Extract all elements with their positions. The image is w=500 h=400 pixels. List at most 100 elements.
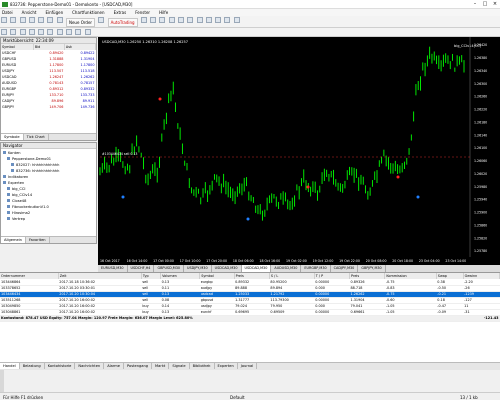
menu-item[interactable]: Fenster (135, 10, 150, 15)
menu-item[interactable]: Ansicht (22, 10, 37, 15)
trendline-icon[interactable] (38, 29, 45, 35)
chart-tab[interactable]: EURGBP,M30 (301, 265, 331, 272)
time-label: 20 Oct 08:00 (366, 259, 387, 263)
indicators-icon[interactable] (215, 17, 222, 23)
toolbar: Neue Order AutoTrading (0, 16, 500, 28)
maximize-icon[interactable]: □ (480, 1, 490, 8)
navigator-item-label: Experten (8, 181, 25, 185)
close-icon[interactable]: × (490, 1, 500, 8)
terminal-tab[interactable]: Handel (0, 363, 20, 369)
menu-item[interactable]: Einfügen (45, 10, 63, 15)
terminal-tab[interactable]: Journal (238, 363, 258, 369)
folder-icon (7, 157, 10, 160)
folder-icon (7, 199, 10, 202)
price-label: 1.26140 (474, 133, 487, 137)
signal-dot (396, 175, 400, 179)
chart-shift-icon[interactable] (205, 17, 212, 23)
navigator-tab[interactable]: Allgemein (1, 237, 26, 243)
navigator-item-label: 832736: hhhhhhhhhhhh (16, 169, 60, 173)
zoom-in-icon[interactable] (168, 17, 175, 23)
menu-item[interactable]: Hilfe (159, 10, 168, 15)
navigator-icon[interactable] (38, 17, 45, 23)
navigator-panel: Navigator Konten Pepperstone-Demo01 832027… (0, 142, 97, 244)
folder-icon (7, 205, 10, 208)
menu-item[interactable]: Extras (114, 10, 127, 15)
line-chart-icon[interactable] (159, 17, 166, 23)
time-label: 23 Oct 04:00 (419, 259, 440, 263)
menu-item[interactable]: Chartfunktionen (72, 10, 104, 15)
candle-chart-icon[interactable] (150, 17, 157, 23)
symbol-row[interactable]: GBPJPY 149.706 149.736 (1, 104, 96, 110)
chart-tab[interactable]: USDJPY,M30 (184, 265, 212, 272)
menu-item[interactable]: Datei (2, 10, 13, 15)
crosshair-icon[interactable] (10, 29, 17, 35)
label-icon[interactable] (75, 29, 82, 35)
navigator-item[interactable]: Vertrep (3, 216, 94, 222)
chart-tab[interactable]: GBPJPY,M30 (358, 265, 386, 272)
price-label: 1.26220 (474, 108, 487, 112)
arrows-icon[interactable] (84, 29, 91, 35)
chart-tab[interactable]: USDCAD,M30 (241, 265, 272, 272)
chart-tab[interactable]: AUDUSD,M30 (271, 265, 302, 272)
chart-canvas[interactable]: USDCAD,M30 1.26250 1.26310 1.26208 1.262… (98, 37, 500, 265)
market-watch-tab[interactable]: Tick Chart (24, 134, 49, 140)
templates-icon[interactable] (233, 17, 240, 23)
terminal-tab[interactable]: Alarme (104, 363, 124, 369)
time-label: 23 Oct 14:00 (445, 259, 466, 263)
terminal-tab[interactable]: Signale (169, 363, 190, 369)
time-label: 19 Oct 12:00 (313, 259, 334, 263)
autoscroll-icon[interactable] (196, 17, 203, 23)
market-watch-tab[interactable]: Symbole (1, 134, 24, 140)
signal-dot (121, 195, 125, 199)
zoom-out-icon[interactable] (178, 17, 184, 23)
chart-tab[interactable]: EURUSD,M30 (98, 265, 128, 272)
metaeditor-icon[interactable] (98, 17, 105, 23)
price-chart[interactable]: USDCAD,M30 1.26250 1.26310 1.26208 1.262… (98, 37, 500, 265)
chart-tab[interactable]: CADJPY,M30 (331, 265, 359, 272)
vertical-line-icon[interactable] (19, 29, 26, 35)
terminal-tab[interactable]: Experten (215, 363, 238, 369)
terminal-icon[interactable] (47, 17, 54, 23)
bar-chart-icon[interactable] (140, 17, 147, 23)
navigator-item-label: big_CCIv14 (12, 193, 33, 197)
terminal-tab[interactable]: Nachrichten (75, 363, 105, 369)
market-watch-table: Symbol Bid Ask USDCHF 0.89420 0.89422 GBPUSD 1… (1, 44, 97, 110)
price-label: 1.26340 (474, 69, 487, 73)
time-label: 20 Oct 18:00 (392, 259, 413, 263)
fibonacci-icon[interactable] (56, 29, 63, 35)
chart-tab[interactable]: GBPUSD,M30 (154, 265, 185, 272)
market-watch-icon[interactable] (19, 17, 26, 23)
periods-icon[interactable] (224, 17, 231, 23)
folder-icon (7, 211, 10, 214)
status-traffic: 13 / 1 kb (460, 394, 478, 400)
new-order-button[interactable]: Neue Order (65, 18, 96, 27)
chart-tab[interactable]: USDCHF,H4 (128, 265, 155, 272)
time-label: 18 Oct 16:00 (259, 259, 280, 263)
terminal-tabs: Handel Belastung Kontohistorie Nachrichten A… (0, 362, 500, 370)
terminal-tab[interactable]: Postengang (124, 363, 153, 369)
channel-icon[interactable] (47, 29, 54, 35)
navigator-item-label: big_CCI (12, 187, 26, 191)
new-chart-icon[interactable] (1, 17, 7, 23)
signal-dot (246, 217, 250, 221)
terminal-tab[interactable]: Belastung (20, 363, 45, 369)
navigator-tab[interactable]: Favoriten (26, 237, 50, 243)
tile-windows-icon[interactable] (187, 17, 194, 23)
time-label: 18 Oct 06:00 (233, 259, 254, 263)
tester-icon[interactable] (56, 17, 63, 23)
horizontal-line-icon[interactable] (28, 29, 35, 35)
cursor-icon[interactable] (1, 29, 7, 35)
text-icon[interactable] (65, 29, 72, 35)
price-label: 1.25780 (474, 249, 487, 253)
terminal-tab[interactable]: Bibliothek (190, 363, 215, 369)
minimize-icon[interactable]: – (470, 1, 480, 8)
navigator-item-label: Konten (8, 151, 21, 155)
profiles-icon[interactable] (10, 17, 17, 23)
chart-tab[interactable]: USDCAD,M30 (212, 265, 242, 272)
data-window-icon[interactable] (28, 17, 35, 23)
terminal-tab[interactable]: Markt (152, 363, 170, 369)
price-label: 1.25860 (474, 223, 487, 227)
time-label: 17 Oct 20:00 (206, 259, 227, 263)
autotrading-button[interactable]: AutoTrading (107, 18, 138, 27)
terminal-tab[interactable]: Kontohistorie (45, 363, 76, 369)
